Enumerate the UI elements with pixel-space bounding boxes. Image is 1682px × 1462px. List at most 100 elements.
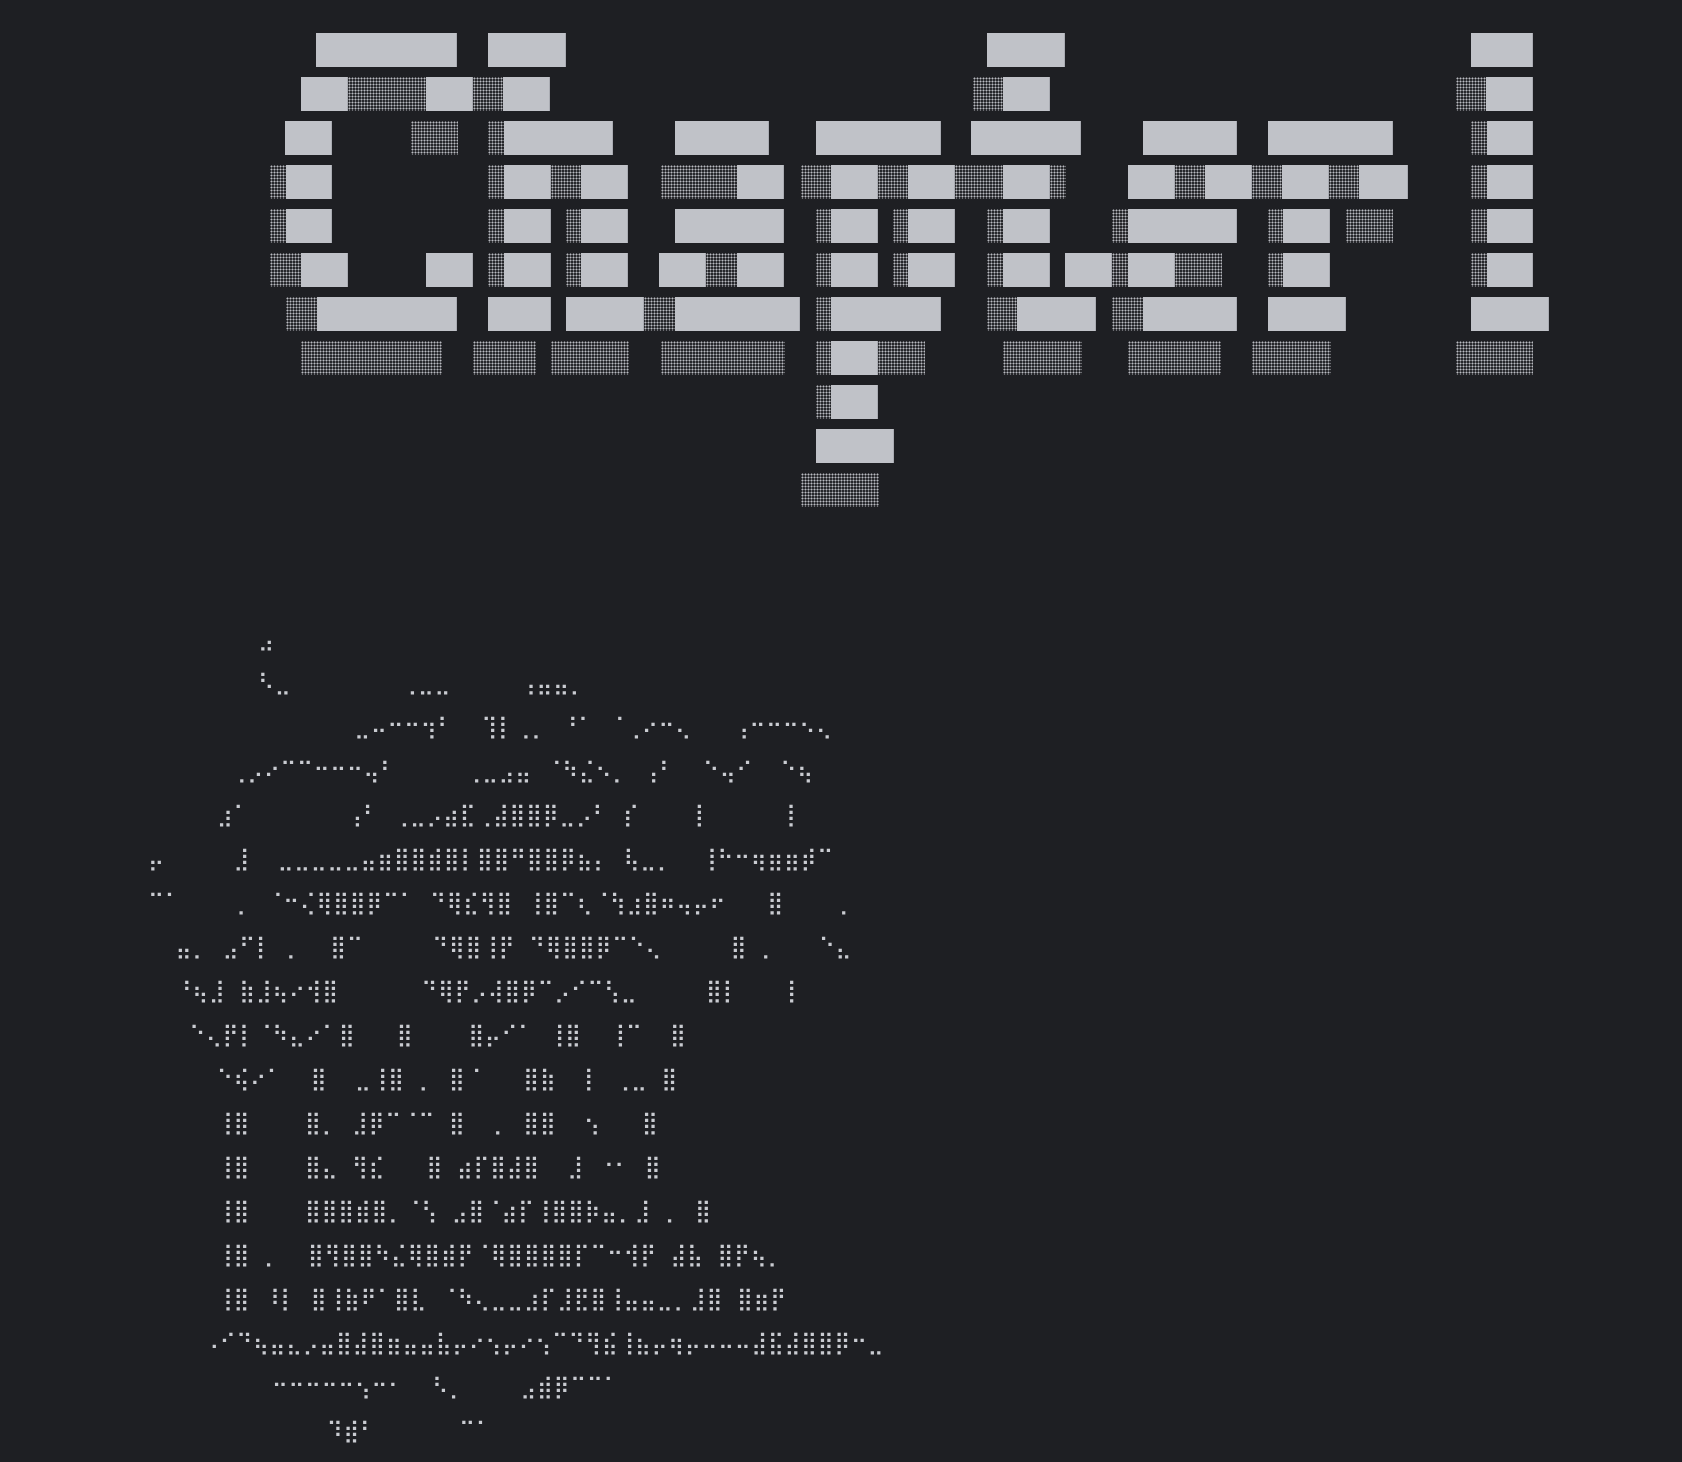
logo-block: [675, 121, 769, 155]
logo-block: [816, 429, 894, 463]
logo-block: [908, 209, 955, 243]
logo-block: [504, 253, 551, 287]
logo-shadow: [816, 297, 831, 331]
logo-block: [908, 253, 955, 287]
logo-block: [581, 165, 628, 199]
logo-shadow: [1471, 209, 1487, 243]
logo-shadow: [473, 77, 503, 111]
logo-block: [1282, 165, 1329, 199]
logo-block: [1487, 121, 1533, 155]
logo-block: [566, 297, 644, 331]
logo-block: [1486, 77, 1533, 111]
logo-block: [581, 209, 628, 243]
logo-shadow: [973, 77, 1003, 111]
logo-shadow: [893, 253, 908, 287]
logo-shadow: [706, 253, 737, 287]
logo-block: [831, 297, 941, 331]
logo-shadow: [488, 253, 504, 287]
logo-shadow: [893, 209, 908, 243]
logo-shadow: [488, 209, 504, 243]
logo-shadow: [801, 473, 879, 507]
logo-block: [426, 253, 473, 287]
logo-shadow: [301, 341, 442, 375]
logo-block: [1268, 121, 1393, 155]
logo-block: [831, 341, 878, 375]
logo-block: [908, 165, 955, 199]
logo-block: [1487, 209, 1533, 243]
logo-block: [488, 33, 566, 67]
logo-block: [1143, 121, 1237, 155]
logo-shadow: [1268, 209, 1283, 243]
logo-block: [1003, 165, 1050, 199]
logo-shadow: [551, 165, 581, 199]
logo-shadow: [1471, 121, 1487, 155]
logo-shadow: [1252, 165, 1282, 199]
logo-block: [675, 209, 784, 243]
logo-shadow: [1112, 209, 1128, 243]
logo-shadow: [1175, 165, 1205, 199]
logo-shadow: [878, 165, 908, 199]
logo-shadow: [1003, 341, 1082, 375]
logo-block: [737, 165, 784, 199]
logo-shadow: [270, 253, 301, 287]
logo-shadow: [1112, 297, 1143, 331]
logo-block: [316, 33, 457, 67]
logo-shadow: [1456, 341, 1533, 375]
logo-block: [1128, 253, 1175, 287]
logo-block: [675, 297, 800, 331]
logo-block: [1003, 209, 1050, 243]
logo-block: [1065, 253, 1112, 287]
logo-shadow: [1050, 165, 1066, 199]
logo-block: [1003, 253, 1050, 287]
logo-shadow: [661, 165, 737, 199]
logo-shadow: [566, 209, 581, 243]
logo-shadow: [488, 165, 504, 199]
logo-shadow: [816, 385, 831, 419]
logo-block: [1283, 209, 1330, 243]
logo-block: [1487, 165, 1533, 199]
logo-shadow: [1471, 253, 1487, 287]
logo-shadow: [987, 297, 1017, 331]
braille-art: ⣠ ⠣⣀ ⢀⣀⣀ ⢠⣤⣤⡀ ⣀⠤⠒⠒⢲⠃ ⢹⡇⢀⡀ ⠘⠁ ⠈⢀⠔⠒⢄ ⢠⠒⠒⠒⠢…: [148, 627, 885, 1444]
logo-shadow: [644, 297, 675, 331]
logo-shadow: [348, 77, 426, 111]
logo-block: [1017, 297, 1096, 331]
logo-shadow: [1346, 209, 1393, 243]
logo-shadow: [473, 341, 536, 375]
logo-shadow: [1329, 165, 1359, 199]
logo-shadow: [816, 209, 831, 243]
logo-shadow: [801, 165, 831, 199]
logo-block: [1003, 77, 1050, 111]
logo-shadow: [1268, 253, 1283, 287]
logo-shadow: [661, 341, 785, 375]
logo-shadow: [1456, 77, 1486, 111]
logo-block: [581, 253, 628, 287]
logo-block: [987, 33, 1065, 67]
logo-block: [831, 165, 878, 199]
logo-shadow: [1128, 341, 1221, 375]
logo-block: [1143, 297, 1237, 331]
clojure-ascii-logo: [0, 0, 1682, 520]
logo-block: [816, 121, 941, 155]
logo-shadow: [411, 121, 458, 155]
logo-block: [488, 297, 551, 331]
logo-shadow: [286, 297, 317, 331]
logo-block: [301, 253, 348, 287]
logo-shadow: [1471, 165, 1487, 199]
logo-shadow: [987, 253, 1003, 287]
logo-block: [1128, 165, 1175, 199]
terminal-window: ⣠ ⠣⣀ ⢀⣀⣀ ⢠⣤⣤⡀ ⣀⠤⠒⠒⢲⠃ ⢹⡇⢀⡀ ⠘⠁ ⠈⢀⠔⠒⢄ ⢠⠒⠒⠒⠢…: [0, 0, 1682, 1462]
logo-block: [286, 209, 332, 243]
logo-shadow: [987, 209, 1003, 243]
logo-block: [1205, 165, 1252, 199]
logo-block: [831, 253, 878, 287]
logo-block: [1283, 253, 1330, 287]
logo-shadow: [1175, 253, 1222, 287]
logo-block: [1487, 253, 1533, 287]
logo-shadow: [878, 341, 925, 375]
logo-shadow: [816, 341, 831, 375]
logo-block: [737, 253, 784, 287]
logo-block: [1471, 33, 1533, 67]
logo-block: [1471, 297, 1549, 331]
logo-block: [301, 77, 348, 111]
